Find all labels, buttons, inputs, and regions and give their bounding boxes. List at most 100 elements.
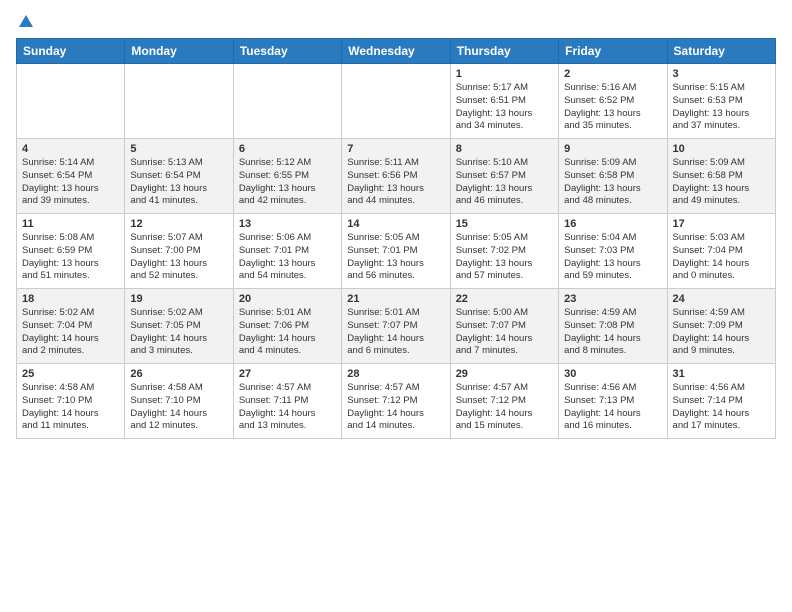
cell-info: Sunrise: 4:57 AM Sunset: 7:12 PM Dayligh…	[456, 382, 553, 433]
calendar-cell	[17, 64, 125, 139]
calendar-cell: 30 Sunrise: 4:56 AM Sunset: 7:13 PM Dayli…	[559, 364, 667, 439]
cell-info: Sunrise: 5:02 AM Sunset: 7:04 PM Dayligh…	[22, 307, 119, 358]
calendar-cell: 3Sunrise: 5:15 AM Sunset: 6:53 PM Daylig…	[667, 64, 775, 139]
cell-info: Sunrise: 5:14 AM Sunset: 6:54 PM Dayligh…	[22, 157, 119, 208]
weekday-header-thursday: Thursday	[450, 39, 558, 64]
calendar-cell: 25 Sunrise: 4:58 AM Sunset: 7:10 PM Dayli…	[17, 364, 125, 439]
day-number: 31	[673, 368, 770, 380]
calendar-cell: 27 Sunrise: 4:57 AM Sunset: 7:11 PM Dayli…	[233, 364, 341, 439]
calendar-week-row: 1Sunrise: 5:17 AM Sunset: 6:51 PM Daylig…	[17, 64, 776, 139]
day-number: 9	[564, 143, 661, 155]
calendar-cell: 2 Sunrise: 5:16 AM Sunset: 6:52 PM Daylig…	[559, 64, 667, 139]
cell-info: Sunrise: 4:56 AM Sunset: 7:13 PM Dayligh…	[564, 382, 661, 433]
calendar-cell: 23 Sunrise: 4:59 AM Sunset: 7:08 PM Dayli…	[559, 289, 667, 364]
day-number: 25	[22, 368, 119, 380]
calendar-cell: 6Sunrise: 5:12 AM Sunset: 6:55 PM Daylig…	[233, 139, 341, 214]
day-number: 30	[564, 368, 661, 380]
calendar-cell: 29Sunrise: 4:57 AM Sunset: 7:12 PM Dayli…	[450, 364, 558, 439]
cell-info: Sunrise: 5:04 AM Sunset: 7:03 PM Dayligh…	[564, 232, 661, 283]
calendar-table: SundayMondayTuesdayWednesdayThursdayFrid…	[16, 38, 776, 439]
day-number: 6	[239, 143, 336, 155]
cell-info: Sunrise: 5:01 AM Sunset: 7:07 PM Dayligh…	[347, 307, 444, 358]
calendar-week-row: 18 Sunrise: 5:02 AM Sunset: 7:04 PM Dayli…	[17, 289, 776, 364]
day-number: 11	[22, 218, 119, 230]
day-number: 13	[239, 218, 336, 230]
logo	[16, 16, 33, 26]
calendar-cell: 20 Sunrise: 5:01 AM Sunset: 7:06 PM Dayli…	[233, 289, 341, 364]
calendar-week-row: 11 Sunrise: 5:08 AM Sunset: 6:59 PM Dayli…	[17, 214, 776, 289]
day-number: 20	[239, 293, 336, 305]
day-number: 18	[22, 293, 119, 305]
calendar-cell: 10 Sunrise: 5:09 AM Sunset: 6:58 PM Dayli…	[667, 139, 775, 214]
day-number: 16	[564, 218, 661, 230]
cell-info: Sunrise: 5:05 AM Sunset: 7:01 PM Dayligh…	[347, 232, 444, 283]
cell-info: Sunrise: 4:56 AM Sunset: 7:14 PM Dayligh…	[673, 382, 770, 433]
cell-info: Sunrise: 5:07 AM Sunset: 7:00 PM Dayligh…	[130, 232, 227, 283]
cell-info: Sunrise: 4:57 AM Sunset: 7:12 PM Dayligh…	[347, 382, 444, 433]
day-number: 17	[673, 218, 770, 230]
weekday-header-friday: Friday	[559, 39, 667, 64]
cell-info: Sunrise: 5:17 AM Sunset: 6:51 PM Dayligh…	[456, 82, 553, 133]
cell-info: Sunrise: 4:58 AM Sunset: 7:10 PM Dayligh…	[22, 382, 119, 433]
calendar-cell: 22 Sunrise: 5:00 AM Sunset: 7:07 PM Dayli…	[450, 289, 558, 364]
cell-info: Sunrise: 4:59 AM Sunset: 7:09 PM Dayligh…	[673, 307, 770, 358]
cell-info: Sunrise: 5:03 AM Sunset: 7:04 PM Dayligh…	[673, 232, 770, 283]
weekday-header-tuesday: Tuesday	[233, 39, 341, 64]
calendar-cell: 24 Sunrise: 4:59 AM Sunset: 7:09 PM Dayli…	[667, 289, 775, 364]
cell-info: Sunrise: 4:57 AM Sunset: 7:11 PM Dayligh…	[239, 382, 336, 433]
cell-info: Sunrise: 5:05 AM Sunset: 7:02 PM Dayligh…	[456, 232, 553, 283]
day-number: 10	[673, 143, 770, 155]
cell-info: Sunrise: 5:16 AM Sunset: 6:52 PM Dayligh…	[564, 82, 661, 133]
cell-info: Sunrise: 4:58 AM Sunset: 7:10 PM Dayligh…	[130, 382, 227, 433]
cell-info: Sunrise: 5:08 AM Sunset: 6:59 PM Dayligh…	[22, 232, 119, 283]
day-number: 14	[347, 218, 444, 230]
calendar-cell	[125, 64, 233, 139]
cell-info: Sunrise: 4:59 AM Sunset: 7:08 PM Dayligh…	[564, 307, 661, 358]
cell-info: Sunrise: 5:10 AM Sunset: 6:57 PM Dayligh…	[456, 157, 553, 208]
day-number: 7	[347, 143, 444, 155]
cell-info: Sunrise: 5:02 AM Sunset: 7:05 PM Dayligh…	[130, 307, 227, 358]
calendar-cell: 21Sunrise: 5:01 AM Sunset: 7:07 PM Dayli…	[342, 289, 450, 364]
day-number: 2	[564, 68, 661, 80]
calendar-cell: 15 Sunrise: 5:05 AM Sunset: 7:02 PM Dayli…	[450, 214, 558, 289]
day-number: 12	[130, 218, 227, 230]
day-number: 4	[22, 143, 119, 155]
day-number: 26	[130, 368, 227, 380]
calendar-cell: 12 Sunrise: 5:07 AM Sunset: 7:00 PM Dayli…	[125, 214, 233, 289]
cell-info: Sunrise: 5:00 AM Sunset: 7:07 PM Dayligh…	[456, 307, 553, 358]
cell-info: Sunrise: 5:11 AM Sunset: 6:56 PM Dayligh…	[347, 157, 444, 208]
calendar-cell: 16 Sunrise: 5:04 AM Sunset: 7:03 PM Dayli…	[559, 214, 667, 289]
weekday-header-row: SundayMondayTuesdayWednesdayThursdayFrid…	[17, 39, 776, 64]
calendar-cell: 17 Sunrise: 5:03 AM Sunset: 7:04 PM Dayli…	[667, 214, 775, 289]
day-number: 15	[456, 218, 553, 230]
day-number: 23	[564, 293, 661, 305]
weekday-header-monday: Monday	[125, 39, 233, 64]
weekday-header-wednesday: Wednesday	[342, 39, 450, 64]
day-number: 5	[130, 143, 227, 155]
calendar-cell: 14 Sunrise: 5:05 AM Sunset: 7:01 PM Dayli…	[342, 214, 450, 289]
calendar-cell: 5 Sunrise: 5:13 AM Sunset: 6:54 PM Daylig…	[125, 139, 233, 214]
calendar-cell: 8 Sunrise: 5:10 AM Sunset: 6:57 PM Daylig…	[450, 139, 558, 214]
calendar-cell: 7 Sunrise: 5:11 AM Sunset: 6:56 PM Daylig…	[342, 139, 450, 214]
calendar-cell	[342, 64, 450, 139]
calendar-cell: 26 Sunrise: 4:58 AM Sunset: 7:10 PM Dayli…	[125, 364, 233, 439]
day-number: 28	[347, 368, 444, 380]
calendar-cell: 4 Sunrise: 5:14 AM Sunset: 6:54 PM Daylig…	[17, 139, 125, 214]
day-number: 22	[456, 293, 553, 305]
day-number: 27	[239, 368, 336, 380]
logo-triangle-icon	[19, 15, 33, 27]
cell-info: Sunrise: 5:13 AM Sunset: 6:54 PM Dayligh…	[130, 157, 227, 208]
cell-info: Sunrise: 5:06 AM Sunset: 7:01 PM Dayligh…	[239, 232, 336, 283]
calendar-cell: 13 Sunrise: 5:06 AM Sunset: 7:01 PM Dayli…	[233, 214, 341, 289]
calendar-cell: 1Sunrise: 5:17 AM Sunset: 6:51 PM Daylig…	[450, 64, 558, 139]
day-number: 19	[130, 293, 227, 305]
cell-info: Sunrise: 5:01 AM Sunset: 7:06 PM Dayligh…	[239, 307, 336, 358]
cell-info: Sunrise: 5:09 AM Sunset: 6:58 PM Dayligh…	[564, 157, 661, 208]
cell-info: Sunrise: 5:09 AM Sunset: 6:58 PM Dayligh…	[673, 157, 770, 208]
day-number: 24	[673, 293, 770, 305]
day-number: 8	[456, 143, 553, 155]
calendar-cell: 31 Sunrise: 4:56 AM Sunset: 7:14 PM Dayli…	[667, 364, 775, 439]
weekday-header-sunday: Sunday	[17, 39, 125, 64]
calendar-week-row: 25 Sunrise: 4:58 AM Sunset: 7:10 PM Dayli…	[17, 364, 776, 439]
page-header	[16, 16, 776, 26]
